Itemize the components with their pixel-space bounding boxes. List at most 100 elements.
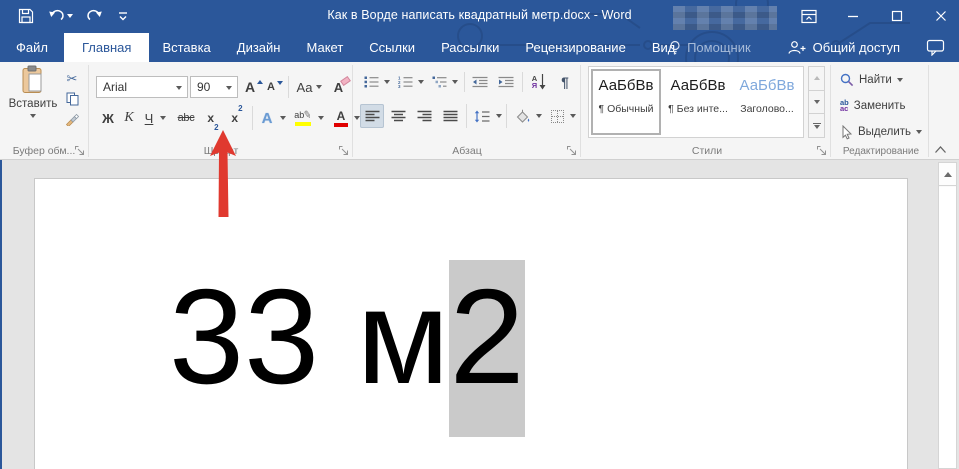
highlight-button[interactable]: ab✎ bbox=[290, 106, 316, 130]
align-right-icon bbox=[417, 110, 432, 122]
bullets-dropdown[interactable] bbox=[382, 72, 392, 92]
borders-dropdown[interactable] bbox=[568, 104, 578, 128]
close-button[interactable] bbox=[931, 6, 951, 26]
line-spacing-button[interactable] bbox=[470, 104, 494, 128]
align-right-button[interactable] bbox=[412, 104, 436, 128]
shading-dropdown[interactable] bbox=[534, 104, 544, 128]
document-page[interactable]: 33 м2 bbox=[34, 178, 908, 469]
sort-button[interactable]: АЯ bbox=[526, 70, 552, 94]
find-button[interactable]: Найти bbox=[840, 70, 903, 90]
borders-icon bbox=[551, 110, 564, 123]
line-spacing-dropdown[interactable] bbox=[494, 104, 504, 128]
multilevel-dropdown[interactable] bbox=[450, 72, 460, 92]
superscript-button[interactable]: x2 bbox=[226, 106, 248, 130]
editing-group-label: Редактирование bbox=[834, 146, 928, 157]
tab-design[interactable]: Дизайн bbox=[224, 33, 294, 62]
styles-scroll-up-button[interactable] bbox=[808, 66, 825, 91]
italic-button[interactable]: К bbox=[120, 106, 138, 130]
tab-review[interactable]: Рецензирование bbox=[512, 33, 638, 62]
styles-scroll-down-button[interactable] bbox=[808, 90, 825, 115]
tab-file[interactable]: Файл bbox=[0, 33, 64, 62]
change-case-button[interactable]: Аа bbox=[292, 76, 326, 98]
multilevel-list-button[interactable] bbox=[428, 72, 450, 92]
group-paragraph: 1 2 3 bbox=[354, 62, 580, 160]
paste-button[interactable]: Вставить bbox=[6, 65, 60, 141]
assistant-tab[interactable]: Помощник bbox=[669, 40, 751, 56]
cut-button[interactable]: ✂ bbox=[62, 70, 82, 88]
styles-gallery-more-button[interactable] bbox=[808, 113, 825, 138]
grow-font-button[interactable]: А bbox=[242, 76, 264, 98]
tab-home[interactable]: Главная bbox=[64, 33, 149, 62]
person-plus-icon bbox=[787, 40, 806, 55]
style-card-no-spacing[interactable]: АаБбВв ¶ Без инте... bbox=[663, 69, 733, 135]
bold-button[interactable]: Ж bbox=[98, 106, 118, 130]
ribbon-display-options-icon[interactable] bbox=[799, 6, 819, 26]
numbered-list-icon: 1 2 3 bbox=[398, 76, 413, 88]
select-dropdown-icon[interactable] bbox=[916, 130, 922, 134]
styles-group-label: Стили bbox=[584, 145, 830, 157]
shading-button[interactable] bbox=[510, 104, 534, 128]
select-button[interactable]: Выделить bbox=[840, 122, 922, 142]
strikethrough-button[interactable]: abc bbox=[172, 106, 200, 130]
numbering-button[interactable]: 1 2 3 bbox=[394, 72, 416, 92]
underline-button[interactable]: Ч bbox=[140, 106, 158, 130]
text-effects-dropdown[interactable] bbox=[278, 106, 288, 130]
paste-dropdown-icon[interactable] bbox=[30, 114, 36, 118]
share-button[interactable]: Общий доступ bbox=[787, 40, 900, 55]
paint-bucket-icon bbox=[514, 109, 531, 123]
highlight-color-bar bbox=[295, 122, 311, 126]
document-text[interactable]: 33 м2 bbox=[169, 259, 525, 414]
tab-insert[interactable]: Вставка bbox=[149, 33, 223, 62]
tab-layout[interactable]: Макет bbox=[293, 33, 356, 62]
numbering-dropdown[interactable] bbox=[416, 72, 426, 92]
comment-icon[interactable] bbox=[926, 39, 945, 56]
censored-account-area bbox=[673, 6, 777, 30]
font-size-combobox[interactable]: 90 bbox=[190, 76, 238, 98]
paragraph-dialog-launcher[interactable] bbox=[566, 145, 577, 156]
align-left-button[interactable] bbox=[360, 104, 384, 128]
clear-formatting-button[interactable]: А bbox=[330, 76, 356, 98]
underline-dropdown[interactable] bbox=[158, 106, 168, 130]
tab-mailings[interactable]: Рассылки bbox=[428, 33, 512, 62]
vertical-scrollbar[interactable] bbox=[938, 162, 957, 469]
maximize-button[interactable] bbox=[887, 6, 907, 26]
highlight-dropdown[interactable] bbox=[316, 106, 326, 130]
cursor-arrow-icon bbox=[840, 125, 853, 140]
subscript-button[interactable]: x2 bbox=[202, 106, 224, 130]
increase-indent-button[interactable] bbox=[494, 72, 518, 92]
group-editing: Найти ab ac Заменить Выделить Редактиров… bbox=[834, 62, 928, 160]
bullets-button[interactable] bbox=[360, 72, 382, 92]
bullet-list-icon bbox=[364, 76, 379, 88]
text-effects-button[interactable]: А bbox=[256, 106, 278, 130]
styles-gallery: АаБбВв ¶ Обычный АаБбВв ¶ Без инте... Аа… bbox=[588, 66, 804, 138]
copy-button[interactable] bbox=[62, 90, 82, 108]
find-dropdown-icon[interactable] bbox=[897, 78, 903, 82]
decrease-indent-button[interactable] bbox=[468, 72, 492, 92]
minimize-button[interactable] bbox=[843, 6, 863, 26]
increase-indent-icon bbox=[498, 76, 514, 88]
borders-button[interactable] bbox=[546, 104, 568, 128]
scroll-up-button[interactable] bbox=[939, 163, 956, 186]
style-card-normal[interactable]: АаБбВв ¶ Обычный bbox=[591, 69, 661, 135]
shrink-font-button[interactable]: А bbox=[264, 76, 284, 98]
font-dialog-launcher[interactable] bbox=[338, 145, 349, 156]
ribbon: Вставить ✂ Буфер обм... bbox=[0, 62, 959, 160]
font-color-button[interactable]: А bbox=[330, 106, 352, 130]
paragraph-group-label: Абзац bbox=[354, 145, 580, 157]
styles-dialog-launcher[interactable] bbox=[816, 145, 827, 156]
justify-button[interactable] bbox=[438, 104, 462, 128]
font-name-combobox[interactable]: Arial bbox=[96, 76, 188, 98]
style-card-heading[interactable]: АаБбВв Заголово... bbox=[735, 69, 799, 135]
scrollbar-thumb[interactable] bbox=[939, 187, 956, 468]
tab-references[interactable]: Ссылки bbox=[356, 33, 428, 62]
clipboard-dialog-launcher[interactable] bbox=[74, 145, 85, 156]
collapse-ribbon-button[interactable] bbox=[932, 142, 948, 156]
align-center-button[interactable] bbox=[386, 104, 410, 128]
replace-button[interactable]: ab ac Заменить bbox=[840, 96, 905, 116]
svg-text:3: 3 bbox=[398, 84, 401, 88]
show-paragraph-marks-button[interactable]: ¶ bbox=[556, 70, 574, 94]
selected-text[interactable]: 2 bbox=[449, 260, 524, 437]
lightbulb-icon bbox=[669, 40, 681, 56]
document-area: 33 м2 bbox=[0, 160, 959, 469]
format-painter-button[interactable] bbox=[62, 110, 82, 128]
